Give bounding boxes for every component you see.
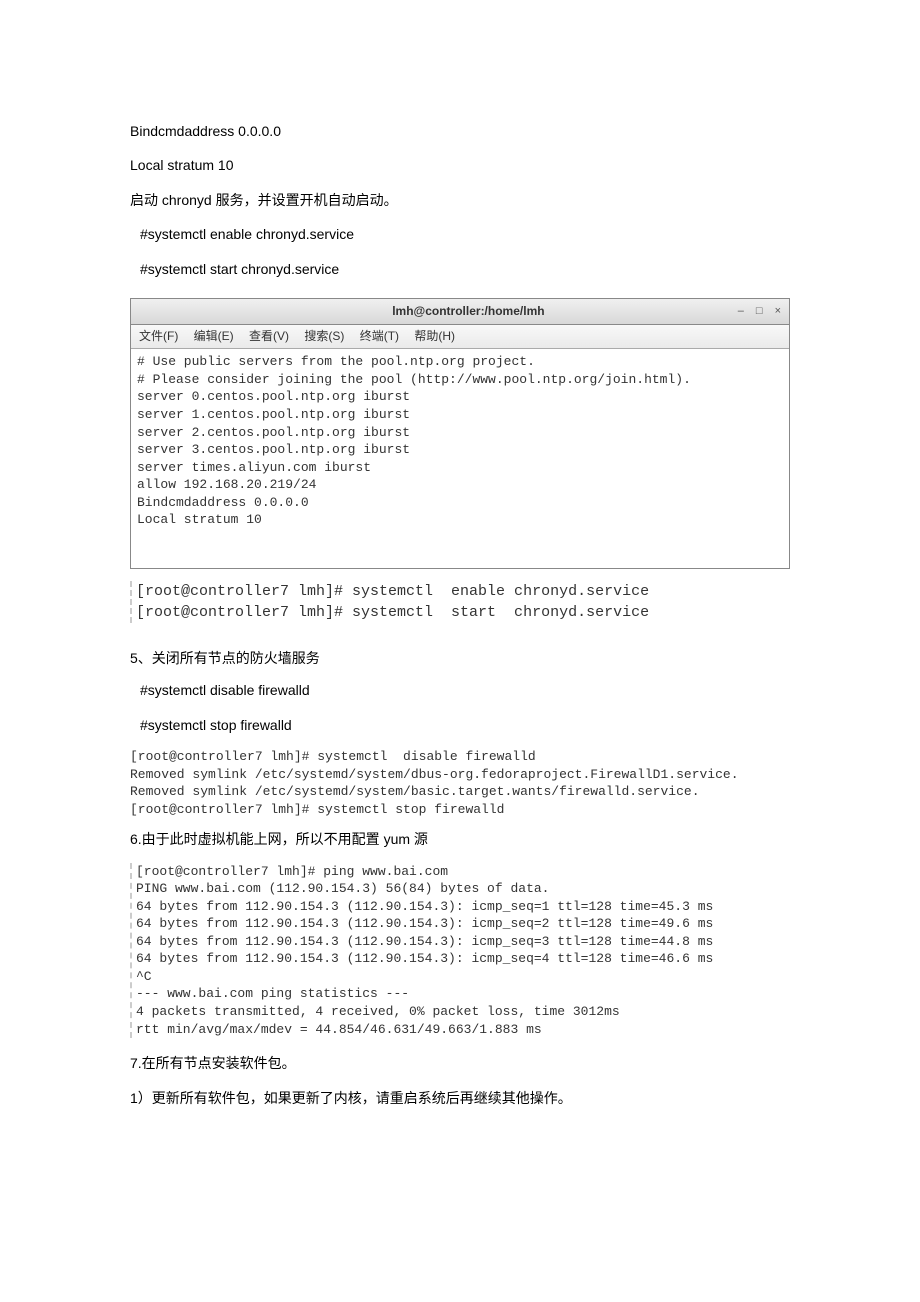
config-line-stratum: Local stratum 10: [130, 154, 790, 176]
firewalld-output: [root@controller7 lmh]# systemctl disabl…: [130, 748, 790, 818]
section7-heading: 7.在所有节点安装软件包。: [130, 1052, 790, 1074]
close-icon[interactable]: ×: [775, 303, 781, 321]
chronyd-instruction: 启动 chronyd 服务，并设置开机自动启动。: [130, 189, 790, 211]
cmd-start-chronyd: #systemctl start chronyd.service: [130, 258, 790, 280]
menu-edit[interactable]: 编辑(E): [194, 329, 234, 343]
section7-sub1: 1）更新所有软件包，如果更新了内核，请重启系统后再继续其他操作。: [130, 1087, 790, 1109]
config-line-bindcmd: Bindcmdaddress 0.0.0.0: [130, 120, 790, 142]
terminal-titlebar: lmh@controller:/home/lmh – □ ×: [131, 299, 789, 325]
cmd-enable-chronyd: #systemctl enable chronyd.service: [130, 223, 790, 245]
minimize-icon[interactable]: –: [738, 303, 744, 321]
chronyd-commands-output: [root@controller7 lmh]# systemctl enable…: [130, 581, 790, 623]
section5-heading: 5、关闭所有节点的防火墙服务: [130, 647, 790, 669]
menu-terminal[interactable]: 终端(T): [360, 329, 399, 343]
menu-search[interactable]: 搜索(S): [304, 329, 344, 343]
terminal-menubar: 文件(F) 编辑(E) 查看(V) 搜索(S) 终端(T) 帮助(H): [131, 325, 789, 349]
cmd-disable-firewalld: #systemctl disable firewalld: [130, 679, 790, 701]
terminal-window: lmh@controller:/home/lmh – □ × 文件(F) 编辑(…: [130, 298, 790, 569]
terminal-content: # Use public servers from the pool.ntp.o…: [131, 349, 789, 568]
menu-view[interactable]: 查看(V): [249, 329, 289, 343]
cmd-stop-firewalld: #systemctl stop firewalld: [130, 714, 790, 736]
menu-help[interactable]: 帮助(H): [414, 329, 455, 343]
section6-heading: 6.由于此时虚拟机能上网，所以不用配置 yum 源: [130, 828, 790, 850]
menu-file[interactable]: 文件(F): [139, 329, 178, 343]
terminal-title: lmh@controller:/home/lmh: [199, 302, 738, 321]
ping-output: [root@controller7 lmh]# ping www.bai.com…: [130, 863, 790, 1038]
maximize-icon[interactable]: □: [756, 303, 763, 321]
